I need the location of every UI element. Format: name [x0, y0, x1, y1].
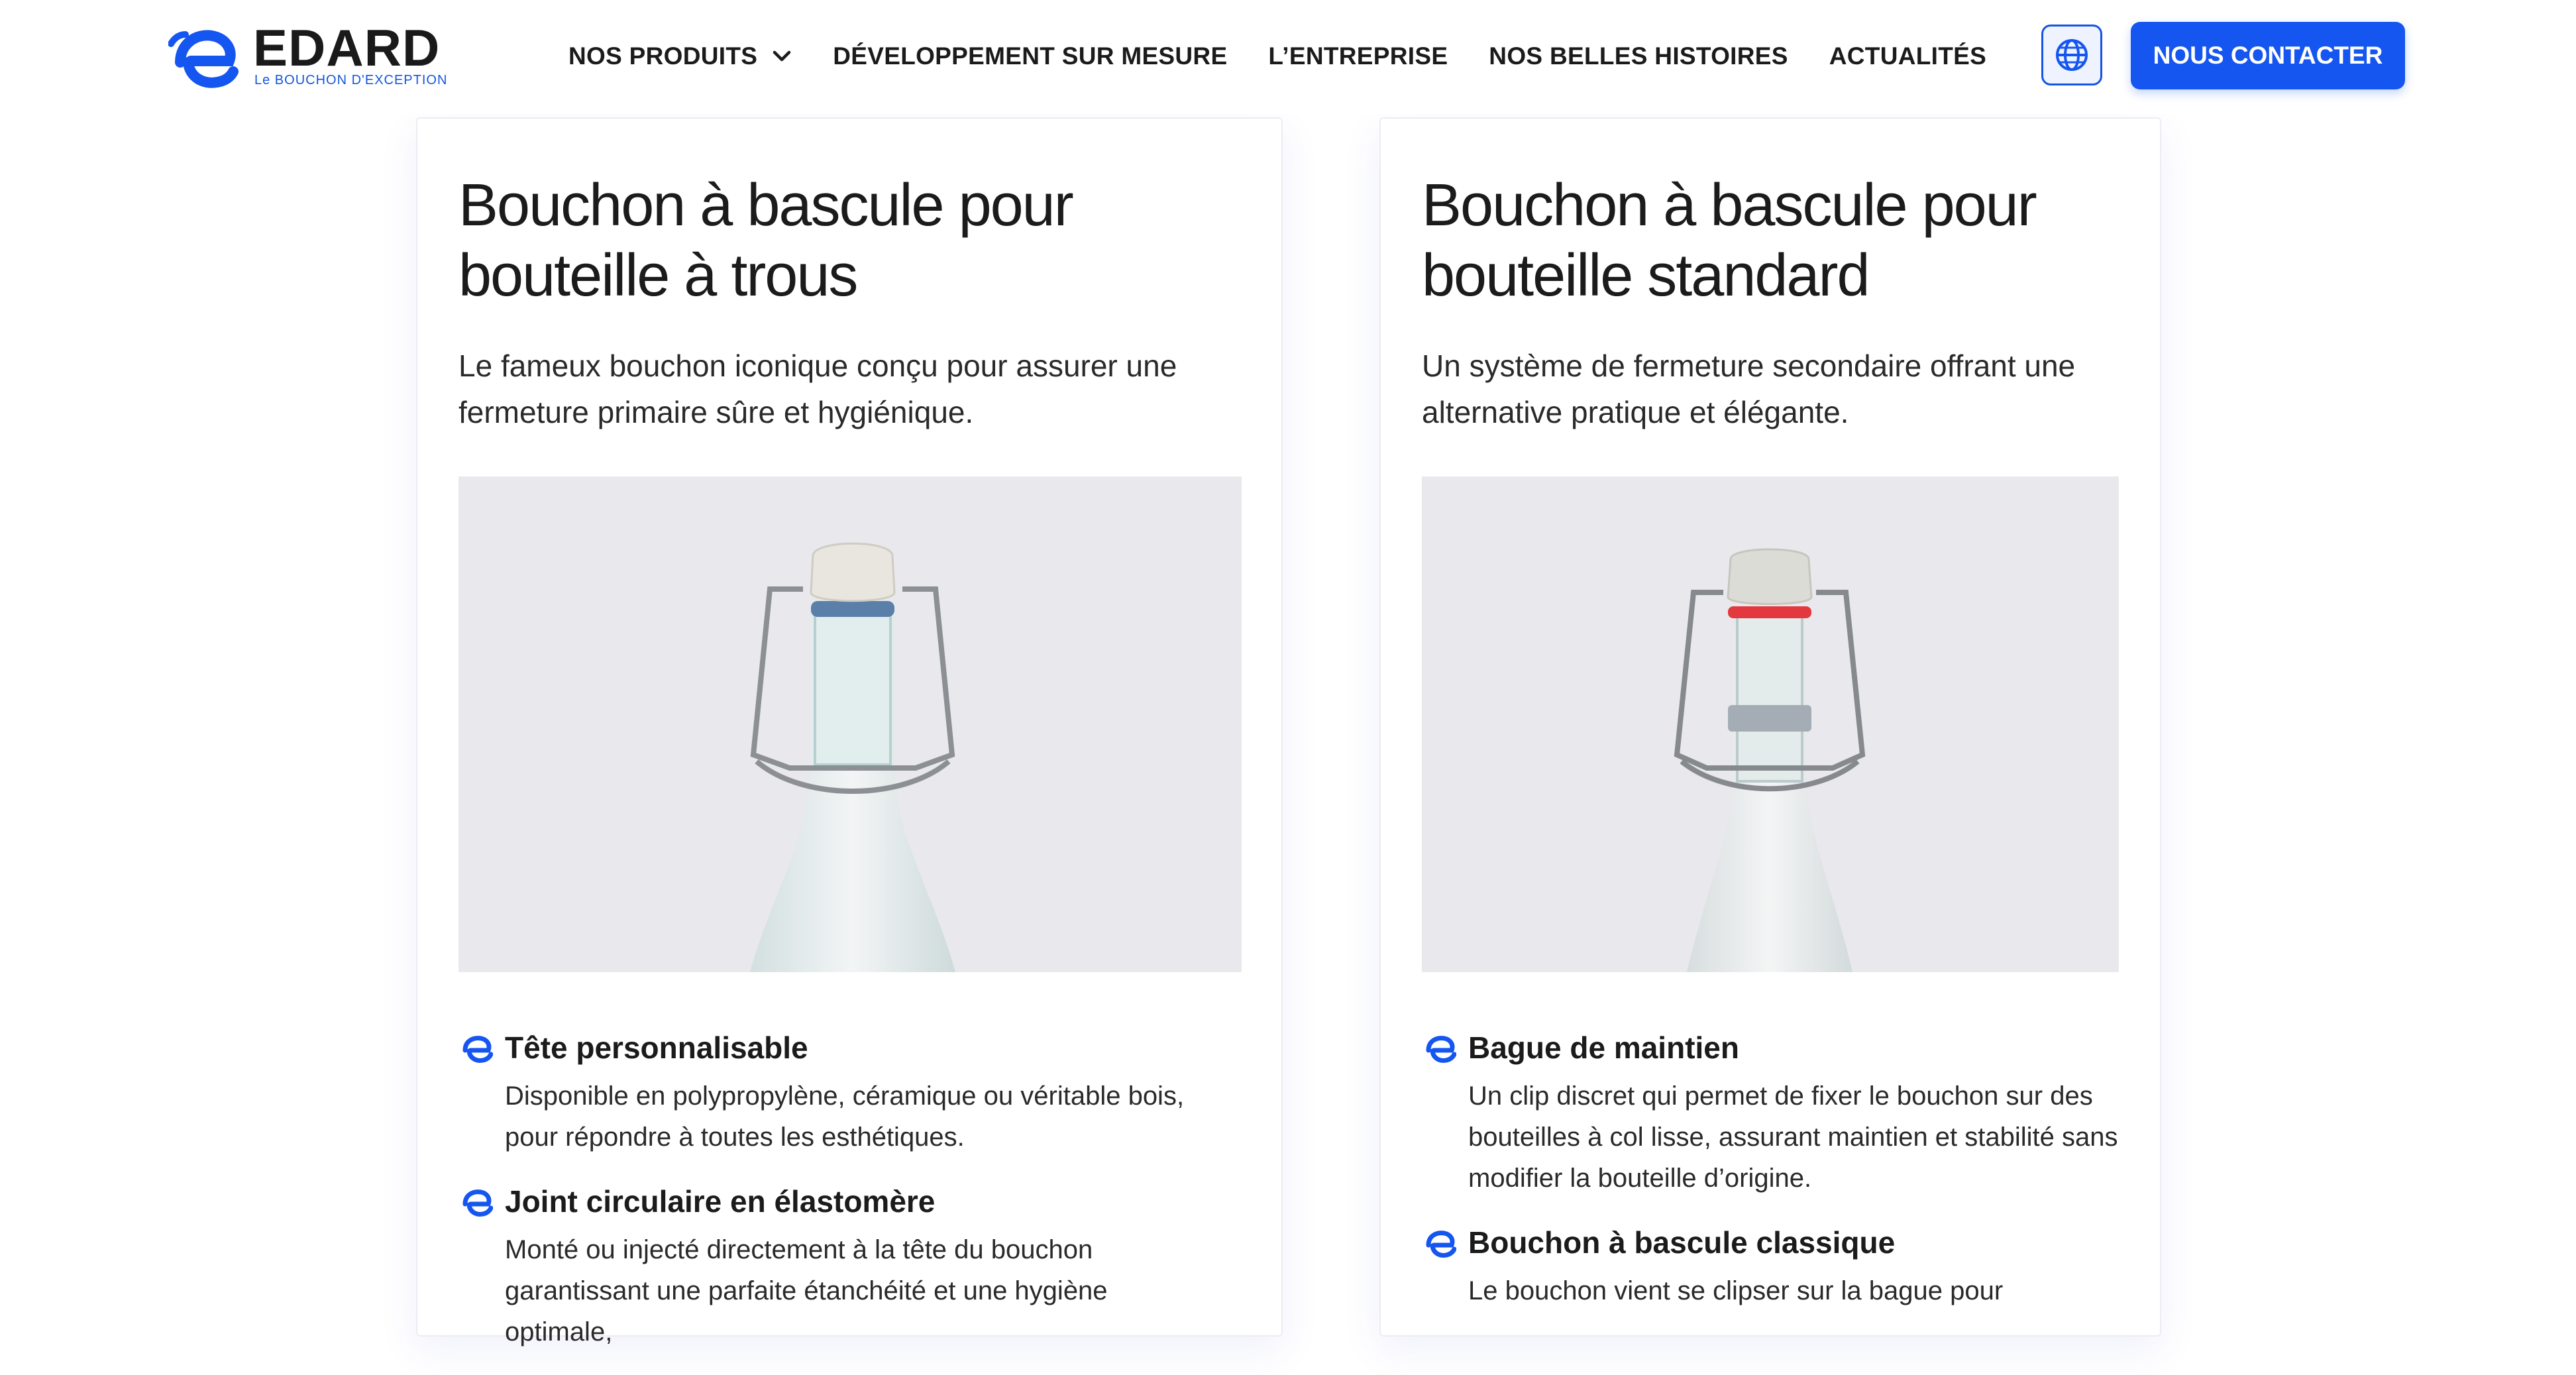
card-description: Un système de fermeture secondaire offra…	[1422, 349, 2076, 429]
list-item: Bouchon à bascule classique Le bouchon v…	[1422, 1221, 2164, 1311]
list-item: Tête personnalisable Disponible en polyp…	[458, 1026, 1201, 1158]
edard-logo[interactable]: EDARD Le BOUCHON D'EXCEPTION	[168, 20, 447, 93]
product-image-bottle-blue-gasket	[458, 476, 1242, 972]
nav-item-news[interactable]: ACTUALITÉS	[1829, 42, 1986, 70]
feature-list: Tête personnalisable Disponible en polyp…	[458, 1026, 1201, 1375]
feature-text: Un clip discret qui permet de fixer le b…	[1468, 1081, 2118, 1193]
site-header: EDARD Le BOUCHON D'EXCEPTION NOS PRODUIT…	[0, 0, 2576, 114]
feature-text: Monté ou injecté directement à la tête d…	[505, 1235, 1108, 1347]
edard-logo-icon	[462, 1189, 493, 1217]
language-button[interactable]	[2041, 25, 2102, 85]
edard-logo-icon	[168, 30, 239, 88]
card-title: Bouchon à bascule pour bouteille standar…	[1422, 172, 2037, 309]
feature-title: Joint circulaire en élastomère	[505, 1184, 936, 1219]
nav-item-label: NOS PRODUITS	[568, 42, 758, 70]
list-item: Joint circulaire en élastomère Monté ou …	[458, 1180, 1201, 1352]
card-description: Le fameux bouchon iconique conçu pour as…	[458, 349, 1177, 429]
nav-item-products[interactable]: NOS PRODUITS	[568, 42, 792, 70]
edard-logo-icon	[462, 1036, 493, 1063]
edard-logo-icon	[1426, 1231, 1456, 1258]
feature-text: Disponible en polypropylène, céramique o…	[505, 1081, 1185, 1152]
edard-logo-icon	[1426, 1036, 1456, 1063]
globe-icon	[2056, 39, 2088, 71]
nav-item-custom-development[interactable]: DÉVELOPPEMENT SUR MESURE	[833, 42, 1227, 70]
feature-title: Bague de maintien	[1468, 1030, 1739, 1065]
feature-title: Tête personnalisable	[505, 1030, 808, 1065]
brand-tagline: Le BOUCHON D'EXCEPTION	[254, 73, 448, 87]
feature-list: Bague de maintien Un clip discret qui pe…	[1422, 1026, 2164, 1334]
product-card-standard: Bouchon à bascule pour bouteille standar…	[1379, 117, 2161, 1337]
product-card-holes: Bouchon à bascule pour bouteille à trous…	[416, 117, 1283, 1347]
card-title: Bouchon à bascule pour bouteille à trous	[458, 172, 1074, 309]
brand-name: EDARD	[253, 19, 441, 77]
feature-text: Le bouchon vient se clipser sur la bague…	[1468, 1276, 2004, 1305]
list-item: Bague de maintien Un clip discret qui pe…	[1422, 1026, 2164, 1199]
main-nav: NOS PRODUITS DÉVELOPPEMENT SUR MESURE L’…	[568, 40, 1986, 73]
feature-title: Bouchon à bascule classique	[1468, 1225, 1896, 1260]
chevron-down-icon	[773, 50, 791, 62]
product-image-bottle-red-gasket	[1422, 476, 2119, 972]
nav-item-stories[interactable]: NOS BELLES HISTOIRES	[1489, 42, 1788, 70]
nav-item-company[interactable]: L’ENTREPRISE	[1268, 42, 1448, 70]
contact-button[interactable]: NOUS CONTACTER	[2131, 22, 2405, 89]
